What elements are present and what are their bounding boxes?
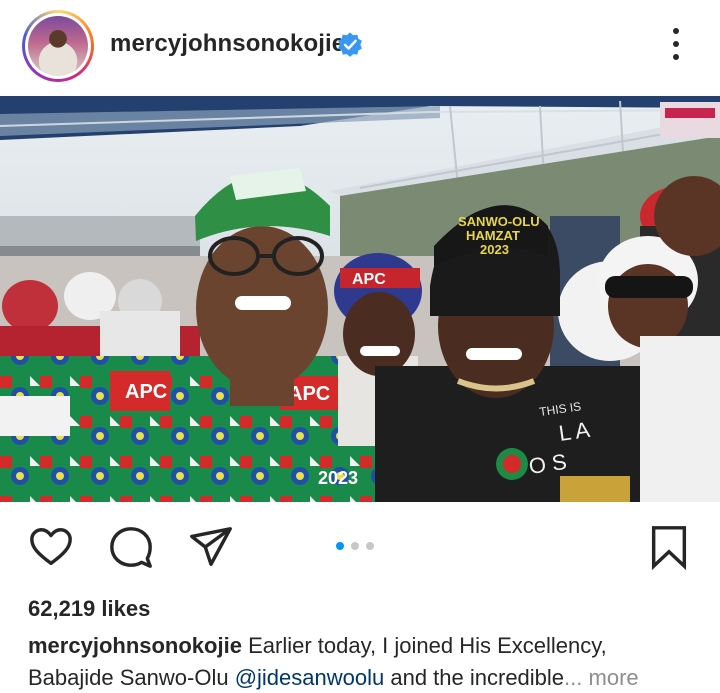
agbada-label-1: APC (125, 381, 167, 403)
carousel-dot (366, 542, 374, 550)
caption-ellipsis: ... (564, 665, 583, 690)
cap-text-3: 2023 (480, 242, 509, 257)
bookmark-icon[interactable] (646, 524, 692, 570)
cap-text-2: HAMZAT (466, 228, 520, 243)
caption-username[interactable]: mercyjohnsonokojie (28, 633, 242, 658)
comment-icon[interactable] (108, 524, 154, 570)
caption-text-2: Babajide Sanwo-Olu (28, 665, 229, 690)
cap-text-1: SANWO-OLU (458, 214, 540, 229)
avatar-image (28, 16, 88, 76)
more-options-icon[interactable] (662, 24, 690, 64)
caption-more-link[interactable]: more (589, 665, 639, 690)
post-caption: mercyjohnsonokojie Earlier today, I join… (28, 630, 708, 693)
caption-mention[interactable]: @jidesanwoolu (235, 665, 385, 690)
post-photo[interactable]: APC APC 2023 APC SANWO-OLU HAMZAT 2023 T… (0, 96, 720, 502)
carousel-indicator (336, 542, 374, 550)
shirt-text-3: O S (527, 449, 568, 479)
avatar[interactable] (22, 10, 94, 82)
agbada-label-2: APC (288, 383, 330, 405)
post-header: mercyjohnsonokojie (0, 0, 720, 96)
action-bar (0, 502, 720, 590)
caption-text-3: and the incredible (390, 665, 565, 690)
send-icon[interactable] (188, 524, 234, 570)
carousel-dot-active (336, 542, 344, 550)
verified-badge-icon (338, 32, 362, 57)
photo-illustration: APC APC 2023 APC SANWO-OLU HAMZAT 2023 T… (0, 96, 720, 502)
post-username[interactable]: mercyjohnsonokojie (110, 30, 345, 58)
shirt-text-2: L A (557, 417, 591, 446)
likes-count[interactable]: 62,219 likes (28, 596, 150, 622)
headscarf-text: APC (352, 271, 386, 288)
heart-icon[interactable] (28, 524, 74, 570)
carousel-dot (351, 542, 359, 550)
agbada-year: 2023 (318, 468, 358, 488)
caption-text-1: Earlier today, I joined His Excellency, (248, 633, 607, 658)
